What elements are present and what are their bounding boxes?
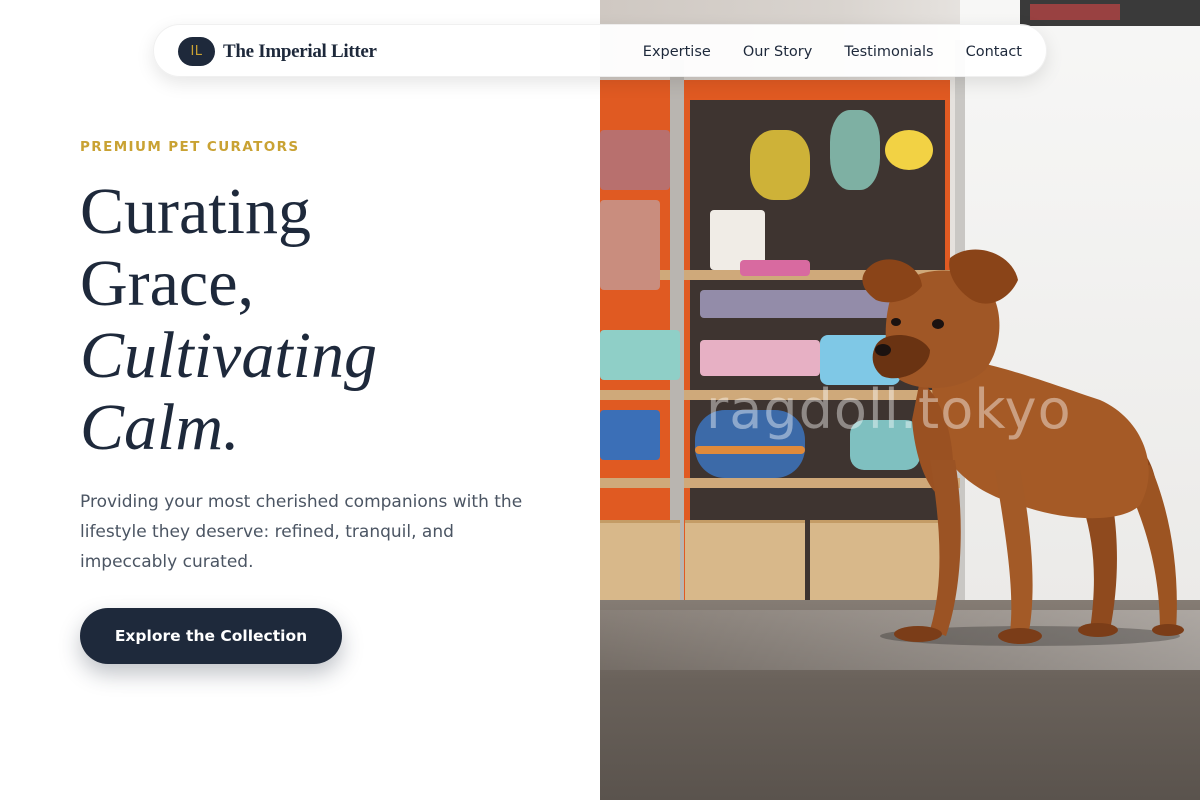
headline-line-4: Calm. [80,391,240,464]
headline-line-3: Cultivating [80,319,377,392]
hero-photo: ragdoll.tokyo [600,0,1200,800]
nav-links: Expertise Our Story Testimonials Contact [643,25,1022,78]
hero-description: Providing your most cherished companions… [80,492,523,572]
pet-shop-scene: ragdoll.tokyo [600,0,1200,800]
image-watermark: ragdoll.tokyo [706,378,1072,441]
headline-line-2: Grace, [80,247,255,320]
brand-monogram: IL [178,37,215,66]
hero-headline: Curating Grace, Cultivating Calm. [80,176,377,464]
headline-line-1: Curating [80,175,311,248]
brand-logo-link[interactable]: IL The Imperial Litter [178,37,377,66]
nav-link-expertise[interactable]: Expertise [643,44,711,60]
brand-name: The Imperial Litter [223,40,377,62]
nav-link-contact[interactable]: Contact [966,44,1022,60]
top-navigation: IL The Imperial Litter Expertise Our Sto… [153,24,1047,77]
hero-eyebrow: PREMIUM PET CURATORS [80,139,300,155]
nav-link-our-story[interactable]: Our Story [743,44,812,60]
explore-collection-button[interactable]: Explore the Collection [80,608,342,664]
nav-link-testimonials[interactable]: Testimonials [844,44,933,60]
hero-text-panel: PREMIUM PET CURATORS Curating Grace, Cul… [0,0,600,800]
